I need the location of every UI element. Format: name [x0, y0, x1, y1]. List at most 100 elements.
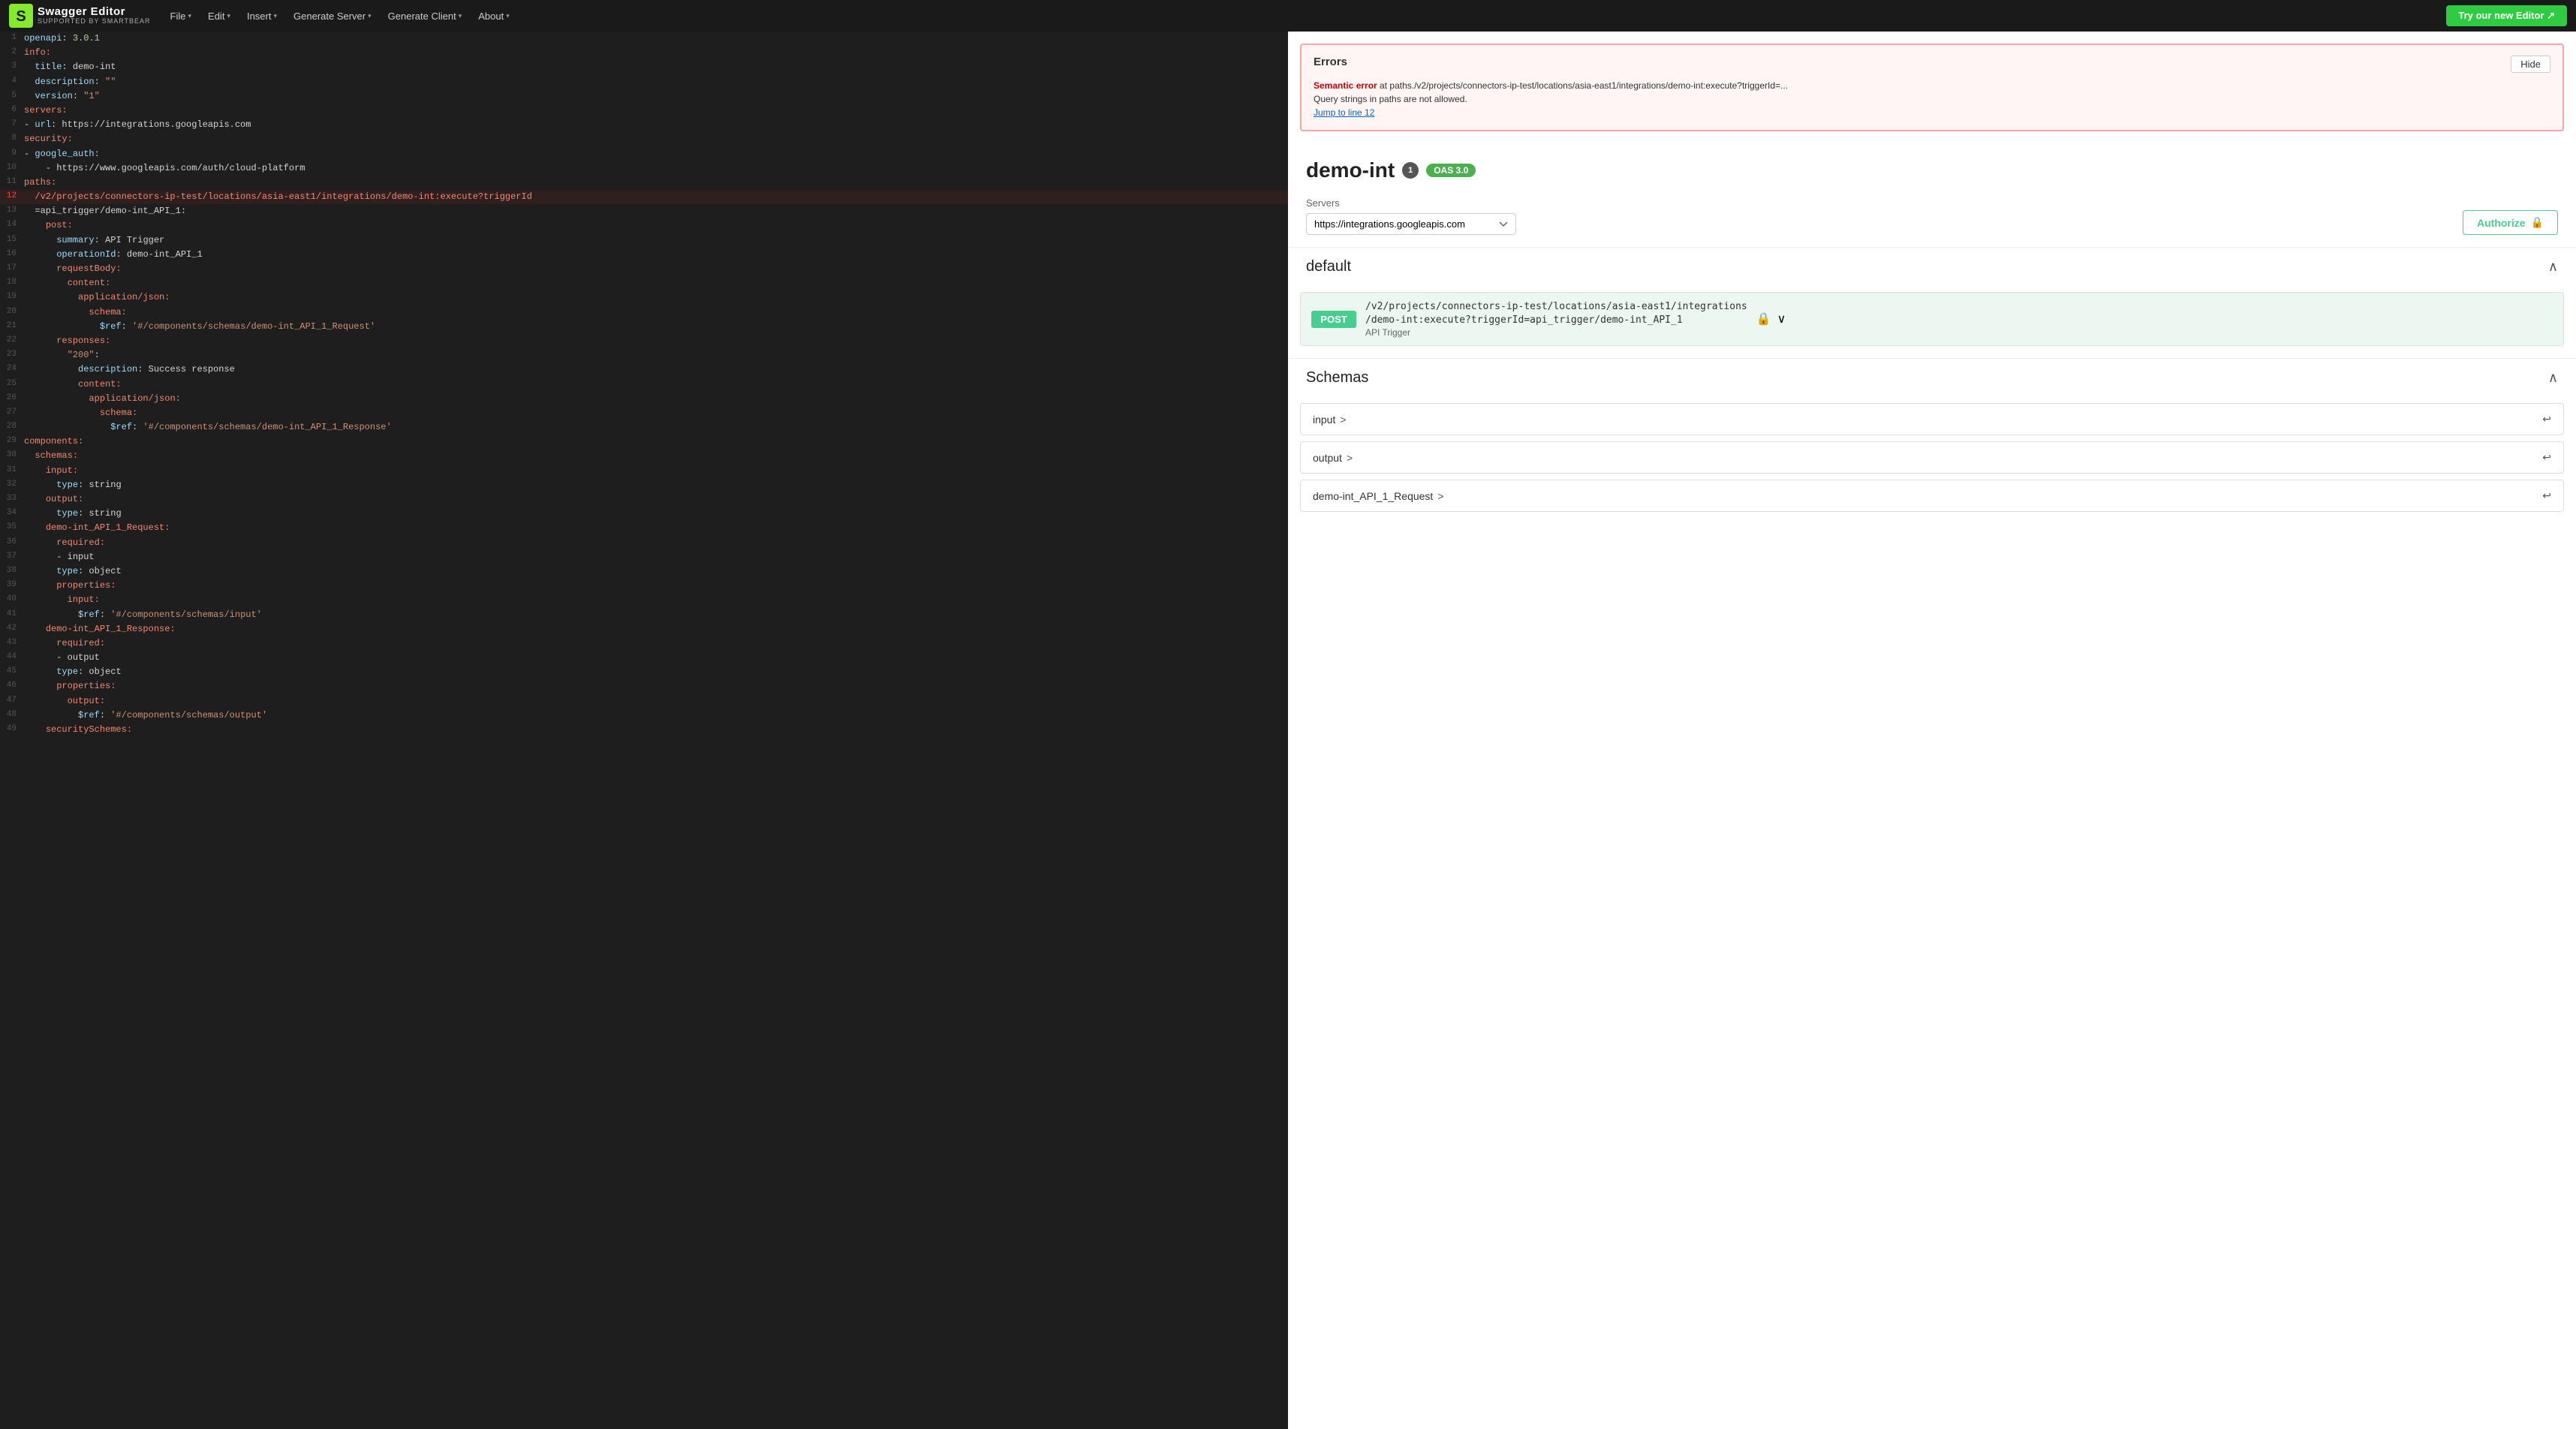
chevron-down-icon: ▾	[506, 12, 510, 20]
editor-line: 21 $ref: '#/components/schemas/demo-int_…	[0, 320, 1288, 334]
schema-item-input[interactable]: input > ↩	[1300, 403, 2564, 435]
error-path: at paths./v2/projects/connectors-ip-test…	[1380, 80, 1788, 91]
editor-line: 44 - output	[0, 651, 1288, 665]
swagger-logo-icon: S	[9, 4, 33, 28]
chevron-down-icon: ▾	[368, 12, 372, 20]
editor-line: 33 output:	[0, 492, 1288, 507]
editor-pane[interactable]: 1 openapi: 3.0.1 2 info: 3 title: demo-i…	[0, 32, 1288, 1429]
schemas-section: Schemas ∧ input > ↩ output > ↩ demo-	[1288, 358, 2576, 512]
editor-line: 3 title: demo-int	[0, 60, 1288, 74]
editor-line: 5 version: "1"	[0, 89, 1288, 104]
editor-line: 9 - google_auth:	[0, 147, 1288, 161]
editor-line: 7 - url: https://integrations.googleapis…	[0, 118, 1288, 132]
schema-item-output[interactable]: output > ↩	[1300, 441, 2564, 474]
editor-line: 30 schemas:	[0, 449, 1288, 463]
editor-lines: 1 openapi: 3.0.1 2 info: 3 title: demo-i…	[0, 32, 1288, 737]
schemas-header[interactable]: Schemas ∧	[1288, 359, 2576, 397]
method-badge: POST	[1311, 311, 1356, 328]
lock-icon: 🔒	[2531, 216, 2544, 229]
api-oas-badge: OAS 3.0	[1426, 164, 1476, 177]
endpoint-header[interactable]: POST /v2/projects/connectors-ip-test/loc…	[1301, 293, 2563, 345]
editor-line: 8 security:	[0, 132, 1288, 146]
editor-line: 47 output:	[0, 694, 1288, 708]
main-layout: 1 openapi: 3.0.1 2 info: 3 title: demo-i…	[0, 32, 2576, 1429]
default-section-header[interactable]: default ∧	[1288, 247, 2576, 286]
nav-about[interactable]: About ▾	[471, 8, 517, 25]
editor-line: 27 schema:	[0, 406, 1288, 420]
editor-line: 34 type: string	[0, 507, 1288, 521]
nav-generate-server[interactable]: Generate Server ▾	[286, 8, 379, 25]
hide-errors-button[interactable]: Hide	[2511, 56, 2550, 73]
editor-line: 35 demo-int_API_1_Request:	[0, 521, 1288, 535]
schema-expand-icon: >	[1340, 414, 1346, 426]
editor-line: 29 components:	[0, 435, 1288, 449]
chevron-down-icon: ▾	[273, 12, 277, 20]
editor-line: 13 =api_trigger/demo-int_API_1:	[0, 204, 1288, 218]
schema-name: output >	[1313, 452, 1353, 464]
api-title: demo-int	[1306, 158, 1395, 182]
endpoint-lock-icon: 🔒	[1756, 311, 1771, 326]
nav-edit[interactable]: Edit ▾	[200, 8, 238, 25]
default-section: default ∧ POST /v2/projects/connectors-i…	[1288, 247, 2576, 346]
schema-expand-icon: >	[1437, 490, 1443, 502]
chevron-up-icon: ∧	[2548, 259, 2558, 275]
editor-line: 32 type: string	[0, 478, 1288, 492]
error-box: Errors Hide Semantic error at paths./v2/…	[1300, 44, 2564, 131]
endpoint-summary: API Trigger	[1365, 327, 1747, 338]
navbar: S Swagger Editor SUPPORTED BY SMARTBEAR …	[0, 0, 2576, 32]
logo-title: Swagger Editor	[38, 6, 151, 19]
svg-text:S: S	[16, 8, 26, 25]
schema-link-icon: ↩	[2542, 451, 2551, 464]
editor-line: 43 required:	[0, 636, 1288, 651]
nav-insert[interactable]: Insert ▾	[239, 8, 284, 25]
authorize-label: Authorize	[2477, 217, 2526, 229]
endpoint-path-block: /v2/projects/connectors-ip-test/location…	[1365, 300, 1747, 338]
schema-expand-icon: >	[1347, 452, 1353, 464]
editor-line: 36 required:	[0, 536, 1288, 550]
editor-line: 40 input:	[0, 593, 1288, 607]
schema-item-request[interactable]: demo-int_API_1_Request > ↩	[1300, 480, 2564, 512]
editor-line: 2 info:	[0, 46, 1288, 60]
editor-line: 49 securitySchemes:	[0, 723, 1288, 737]
logo-subtitle: SUPPORTED BY SMARTBEAR	[38, 18, 151, 26]
error-body: Query strings in paths are not allowed.	[1314, 94, 1467, 104]
default-section-title: default	[1306, 258, 1351, 275]
editor-line: 11 paths:	[0, 176, 1288, 190]
editor-line: 15 summary: API Trigger	[0, 233, 1288, 248]
servers-section: Servers https://integrations.googleapis.…	[1288, 190, 2576, 247]
servers-label: Servers	[1306, 197, 1516, 209]
editor-line: 1 openapi: 3.0.1	[0, 32, 1288, 46]
editor-line: 45 type: object	[0, 665, 1288, 679]
editor-line: 48 $ref: '#/components/schemas/output'	[0, 708, 1288, 723]
editor-line: 26 application/json:	[0, 392, 1288, 406]
nav-generate-client[interactable]: Generate Client ▾	[381, 8, 470, 25]
schema-name: input >	[1313, 414, 1347, 426]
editor-line: 39 properties:	[0, 579, 1288, 593]
editor-line: 14 post:	[0, 218, 1288, 233]
right-pane: Errors Hide Semantic error at paths./v2/…	[1288, 32, 2576, 1429]
editor-line-error: 12 /v2/projects/connectors-ip-test/locat…	[0, 190, 1288, 204]
errors-title: Errors	[1314, 56, 1347, 68]
schemas-chevron-up-icon: ∧	[2548, 370, 2558, 386]
endpoint-path: /v2/projects/connectors-ip-test/location…	[1365, 300, 1747, 327]
try-new-editor-button[interactable]: Try our new Editor ↗	[2446, 5, 2567, 26]
editor-line: 37 - input	[0, 550, 1288, 564]
api-title-section: demo-int 1 OAS 3.0	[1288, 143, 2576, 190]
editor-line: 4 description: ""	[0, 75, 1288, 89]
nav-file[interactable]: File ▾	[163, 8, 199, 25]
editor-line: 22 responses:	[0, 334, 1288, 348]
editor-line: 6 servers:	[0, 104, 1288, 118]
endpoint-row: POST /v2/projects/connectors-ip-test/loc…	[1300, 292, 2564, 346]
jump-to-line-link[interactable]: Jump to line 12	[1314, 107, 1374, 118]
editor-line: 41 $ref: '#/components/schemas/input'	[0, 608, 1288, 622]
editor-line: 17 requestBody:	[0, 262, 1288, 276]
editor-line: 23 "200":	[0, 348, 1288, 363]
nav-menu: File ▾ Edit ▾ Insert ▾ Generate Server ▾…	[163, 8, 2444, 25]
server-select[interactable]: https://integrations.googleapis.com	[1306, 213, 1516, 235]
endpoint-chevron-down-icon: ∨	[1777, 311, 1786, 326]
authorize-button[interactable]: Authorize 🔒	[2463, 210, 2558, 235]
chevron-down-icon: ▾	[188, 12, 192, 20]
editor-line: 20 schema:	[0, 305, 1288, 320]
editor-line: 16 operationId: demo-int_API_1	[0, 248, 1288, 262]
editor-line: 25 content:	[0, 378, 1288, 392]
